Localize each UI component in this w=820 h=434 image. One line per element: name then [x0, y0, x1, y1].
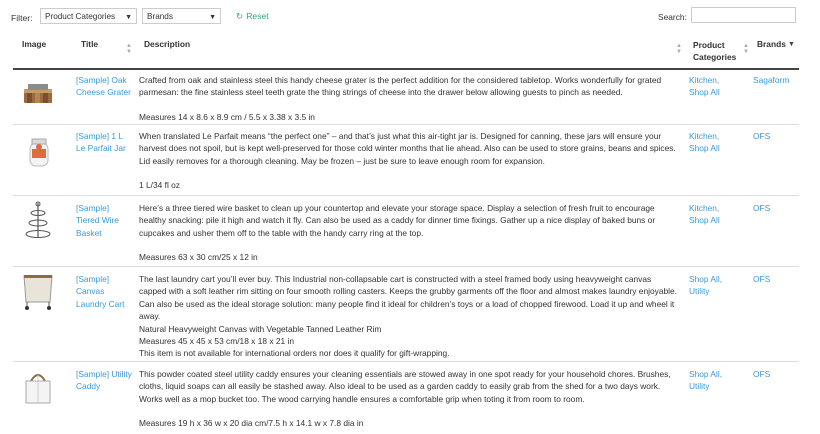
- reset-button[interactable]: ↻ Reset: [236, 11, 269, 22]
- tiered-basket-icon[interactable]: [19, 201, 57, 238]
- sort-icon[interactable]: ▲ ▼: [743, 43, 749, 55]
- chevron-down-icon: ▼: [125, 14, 132, 21]
- table-header: Image Title ▲ ▼ Description ▲ ▼ Product Ca…: [13, 34, 799, 70]
- category-link[interactable]: Utility: [689, 380, 749, 392]
- column-header-image[interactable]: Image: [22, 39, 46, 49]
- product-description: This powder coated steel utility caddy e…: [139, 369, 671, 429]
- sort-icon[interactable]: ▲ ▼: [676, 43, 682, 55]
- product-categories-select-value: Product Categories: [45, 12, 116, 21]
- product-title-link[interactable]: [Sample] Oak Cheese Grater: [76, 74, 134, 99]
- brand-link[interactable]: OFS: [753, 273, 798, 285]
- column-header-brands[interactable]: Brands: [757, 39, 786, 49]
- table-row: [Sample] Tiered Wire Basket Here’s a thr…: [13, 195, 799, 267]
- filter-label: Filter:: [11, 13, 33, 23]
- product-title-link[interactable]: [Sample] 1 L Le Parfait Jar: [76, 130, 134, 155]
- category-link[interactable]: Kitchen,: [689, 202, 749, 214]
- glass-jar-icon[interactable]: [19, 136, 57, 172]
- brands-select-value: Brands: [147, 12, 173, 21]
- product-description: Crafted from oak and stainless steel thi…: [139, 75, 662, 122]
- brand-link[interactable]: OFS: [753, 368, 798, 380]
- brands-select[interactable]: Brands ▼: [142, 8, 221, 24]
- reset-icon: ↻: [236, 11, 244, 21]
- laundry-cart-icon[interactable]: [19, 272, 57, 310]
- cheese-grater-icon[interactable]: [19, 79, 57, 115]
- brand-link[interactable]: Sagaform: [753, 74, 798, 86]
- brand-link[interactable]: OFS: [753, 130, 798, 142]
- category-link[interactable]: Shop All,: [689, 368, 749, 380]
- product-title-link[interactable]: [Sample] Utility Caddy: [76, 368, 134, 393]
- product-categories-select[interactable]: Product Categories ▼: [40, 8, 137, 24]
- category-link[interactable]: Shop All: [689, 86, 749, 98]
- column-header-title[interactable]: Title: [81, 39, 98, 49]
- product-categories: Kitchen, Shop All: [689, 202, 749, 227]
- product-categories: Shop All, Utility: [689, 368, 749, 393]
- reset-label: Reset: [246, 11, 269, 21]
- product-title-link[interactable]: [Sample] Canvas Laundry Cart: [76, 273, 134, 310]
- category-link[interactable]: Kitchen,: [689, 74, 749, 86]
- sort-icon[interactable]: ▲ ▼: [126, 43, 132, 55]
- category-link[interactable]: Shop All,: [689, 273, 749, 285]
- product-categories: Kitchen, Shop All: [689, 130, 749, 155]
- chevron-down-icon: ▼: [209, 14, 216, 21]
- category-link[interactable]: Kitchen,: [689, 130, 749, 142]
- product-categories: Kitchen, Shop All: [689, 74, 749, 99]
- table-row: [Sample] Utility Caddy This powder coate…: [13, 361, 799, 433]
- product-description: When translated Le Parfait means “the pe…: [139, 131, 676, 191]
- product-categories: Shop All, Utility: [689, 273, 749, 298]
- category-link[interactable]: Shop All: [689, 142, 749, 154]
- utility-caddy-icon[interactable]: [19, 367, 57, 404]
- search-input[interactable]: [691, 7, 796, 23]
- table-row: [Sample] Canvas Laundry Cart The last la…: [13, 266, 799, 362]
- category-link[interactable]: Utility: [689, 285, 749, 297]
- brand-link[interactable]: OFS: [753, 202, 798, 214]
- filter-bar: Filter: Product Categories ▼ Brands ▼ ↻ R…: [0, 0, 820, 34]
- column-header-description[interactable]: Description: [144, 39, 190, 49]
- product-description: Here’s a three tiered wire basket to cle…: [139, 203, 656, 263]
- column-header-product-categories[interactable]: Product Categories: [693, 39, 741, 63]
- table-row: [Sample] Oak Cheese Grater Crafted from …: [13, 68, 799, 125]
- product-title-link[interactable]: [Sample] Tiered Wire Basket: [76, 202, 134, 239]
- table-row: [Sample] 1 L Le Parfait Jar When transla…: [13, 124, 799, 196]
- search-label: Search:: [658, 12, 687, 22]
- product-description: The last laundry cart you’ll ever buy. T…: [139, 274, 677, 359]
- category-link[interactable]: Shop All: [689, 214, 749, 226]
- sort-desc-icon[interactable]: ▼: [788, 41, 795, 48]
